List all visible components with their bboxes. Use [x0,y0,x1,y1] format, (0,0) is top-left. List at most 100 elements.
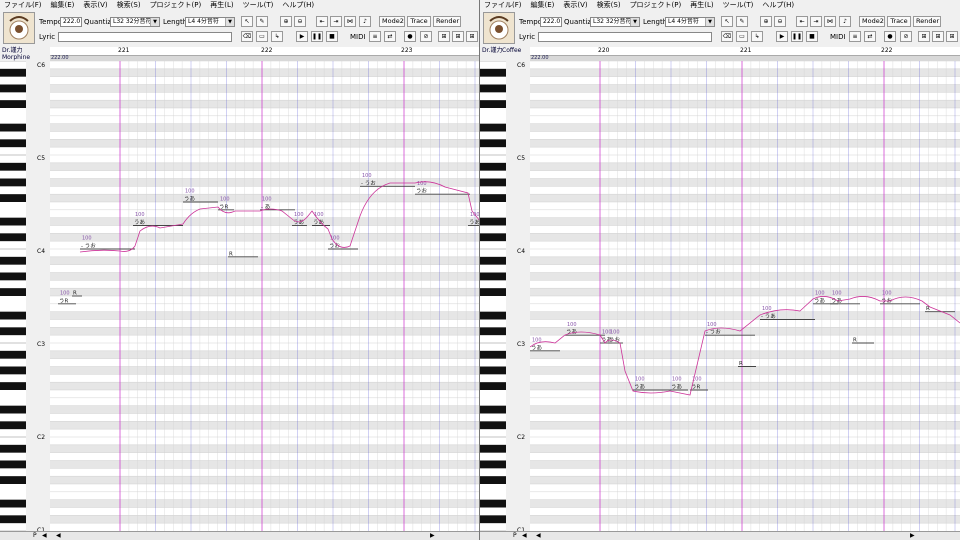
disabled-icon[interactable]: ⊘ [420,31,432,42]
black-key[interactable] [0,382,26,390]
black-key[interactable] [480,499,506,508]
pencil-tool-icon[interactable]: ✎ [256,16,268,27]
menu-view[interactable]: 表示(V) [563,0,587,10]
black-key[interactable] [0,350,26,359]
menu-tools[interactable]: ツール(T) [243,0,274,10]
vibrato-icon[interactable]: ⋈ [344,16,356,27]
pause-icon[interactable]: ❚❚ [311,31,323,42]
black-key[interactable] [0,178,26,187]
piano-roll-grid[interactable]: うあ100うあ100うあ100うお100うあ100うあ100うR100R- うお… [530,61,960,531]
menu-edit[interactable]: 編集(E) [51,0,75,10]
scroll-left-icon[interactable]: ◀ [536,532,541,540]
black-key[interactable] [480,476,506,484]
grid-c-icon[interactable]: ⊞ [466,31,478,42]
menu-project[interactable]: プロジェクト(P) [150,0,202,10]
menu-project[interactable]: プロジェクト(P) [630,0,682,10]
param-icon[interactable]: ⇄ [384,31,396,42]
menu-icon[interactable]: ≡ [369,31,381,42]
play-icon[interactable]: ▶ [296,31,308,42]
grid-a-icon[interactable]: ⊞ [918,31,930,42]
quantize-select[interactable]: L32 32分音符 ▼ [590,17,640,27]
menu-help[interactable]: ヘルプ(H) [762,0,794,10]
play-icon[interactable]: ▶ [776,31,788,42]
black-key[interactable] [0,100,26,108]
black-key[interactable] [480,178,506,187]
piano-keyboard[interactable] [480,61,506,531]
pointer-tool-icon[interactable]: ↖ [721,16,733,27]
lyric-input[interactable] [538,32,712,42]
black-key[interactable] [0,217,26,226]
piano-roll-grid[interactable]: - うお100うあ100うあ100うR100R- あ100うあ100うあ100う… [50,61,480,531]
menu-search[interactable]: 検索(S) [597,0,621,10]
measure-ruler[interactable]: 220 221 222 [530,47,960,56]
black-key[interactable] [480,100,506,108]
zoom-out-icon[interactable]: ⊖ [294,16,306,27]
menu-file[interactable]: ファイル(F) [484,0,522,10]
menu-edit[interactable]: 編集(E) [531,0,555,10]
black-key[interactable] [480,68,506,77]
scroll-left-icon[interactable]: ◀ [42,532,47,540]
grid-c-icon[interactable]: ⊞ [946,31,958,42]
black-key[interactable] [480,350,506,359]
select-range-icon[interactable]: ▭ [256,31,268,42]
skip-forward-icon[interactable]: ⇥ [810,16,822,27]
singer-avatar[interactable] [3,12,35,44]
menu-play[interactable]: 再生(L) [210,0,233,10]
black-key[interactable] [480,139,506,148]
select-range-icon[interactable]: ▭ [736,31,748,42]
grid-b-icon[interactable]: ⊞ [452,31,464,42]
black-key[interactable] [0,366,26,375]
length-select[interactable]: L4 4分音符 ▼ [665,17,715,27]
zoom-in-icon[interactable]: ⊕ [280,16,292,27]
black-key[interactable] [0,256,26,265]
black-key[interactable] [0,194,26,202]
record-icon[interactable]: ● [884,31,896,42]
measure-ruler[interactable]: 221 222 223 [50,47,479,56]
skip-back-icon[interactable]: ⇤ [796,16,808,27]
menu-play[interactable]: 再生(L) [690,0,713,10]
black-key[interactable] [480,194,506,202]
quantize-select[interactable]: L32 32分音符 ▼ [110,17,160,27]
eraser-icon[interactable]: ⌫ [241,31,253,42]
black-key[interactable] [0,162,26,171]
black-key[interactable] [0,311,26,320]
mode2-button[interactable]: Mode2 [859,16,885,27]
black-key[interactable] [0,421,26,430]
piano-keyboard[interactable] [0,61,26,531]
lyric-input[interactable] [58,32,232,42]
grid-b-icon[interactable]: ⊞ [932,31,944,42]
eraser-icon[interactable]: ⌫ [721,31,733,42]
pencil-tool-icon[interactable]: ✎ [736,16,748,27]
trace-tool-icon[interactable]: ↳ [751,31,763,42]
menu-tools[interactable]: ツール(T) [723,0,754,10]
black-key[interactable] [0,288,26,296]
black-key[interactable] [480,421,506,430]
trace-button[interactable]: Trace [407,16,431,27]
black-key[interactable] [0,84,26,93]
pointer-tool-icon[interactable]: ↖ [241,16,253,27]
black-key[interactable] [0,444,26,453]
zoom-out-icon[interactable]: ⊖ [774,16,786,27]
pitch-tool-icon[interactable]: ♪ [839,16,851,27]
black-key[interactable] [480,162,506,171]
black-key[interactable] [480,515,506,524]
black-key[interactable] [480,444,506,453]
scroll-left-icon[interactable]: ◀ [56,532,61,540]
render-button[interactable]: Render [913,16,941,27]
black-key[interactable] [480,233,506,242]
param-icon[interactable]: ⇄ [864,31,876,42]
black-key[interactable] [0,68,26,77]
menu-icon[interactable]: ≡ [849,31,861,42]
black-key[interactable] [480,84,506,93]
render-button[interactable]: Render [433,16,461,27]
black-key[interactable] [0,233,26,242]
trace-tool-icon[interactable]: ↳ [271,31,283,42]
menu-view[interactable]: 表示(V) [83,0,107,10]
black-key[interactable] [480,311,506,320]
black-key[interactable] [0,272,26,281]
menu-help[interactable]: ヘルプ(H) [282,0,314,10]
tempo-input[interactable]: 222.0 [60,17,82,27]
black-key[interactable] [480,256,506,265]
record-icon[interactable]: ● [404,31,416,42]
length-select[interactable]: L4 4分音符 ▼ [185,17,235,27]
